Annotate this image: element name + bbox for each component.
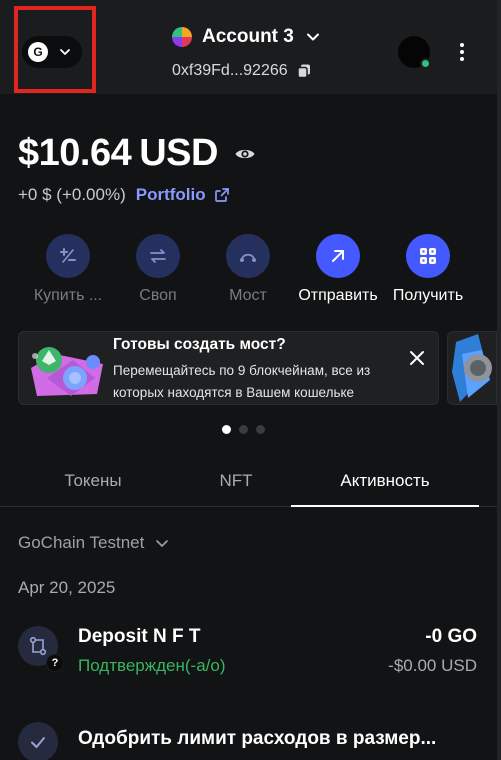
banner-title: Готовы создать мост?: [113, 336, 286, 353]
kebab-menu-icon[interactable]: [450, 38, 474, 66]
tab-activity[interactable]: Активность: [291, 471, 479, 491]
bridge-icon: [226, 234, 270, 278]
tab-nft[interactable]: NFT: [186, 471, 286, 491]
balance: $10.64 USD: [18, 132, 256, 175]
arrow-up-right-icon: [316, 234, 360, 278]
close-icon[interactable]: [408, 349, 426, 367]
network-filter-label: GoChain Testnet: [18, 533, 145, 552]
external-link-icon[interactable]: [214, 187, 230, 203]
balance-currency: USD: [139, 132, 218, 174]
portfolio-link[interactable]: Portfolio: [136, 185, 206, 205]
carousel-dots: [222, 425, 265, 434]
tab-bar: Токены NFT Активность: [0, 457, 497, 507]
receive-button[interactable]: Получить: [383, 234, 473, 305]
send-button[interactable]: Отправить: [293, 234, 383, 305]
qr-code-icon: [406, 234, 450, 278]
balance-amount: $10.64: [18, 132, 132, 174]
buy-sell-button[interactable]: Купить ...: [23, 234, 113, 305]
bridge-promo-illustration: [31, 347, 103, 396]
eye-icon[interactable]: [234, 143, 256, 165]
carousel-dot[interactable]: [239, 425, 248, 434]
banner-body: Перемещайтесь по 9 блокчейнам, все из ко…: [113, 363, 371, 400]
account-address[interactable]: 0xf39Fd...92266: [172, 62, 312, 80]
connected-site-status[interactable]: [398, 36, 431, 69]
active-tab-indicator: [291, 505, 479, 507]
activity-item[interactable]: ? Deposit N F T Подтвержден(-а/о) -0 GO …: [0, 626, 497, 686]
chevron-down-icon: [306, 33, 319, 41]
balance-change: +0 $ (+0.00%): [18, 185, 126, 204]
connection-dot: [420, 58, 431, 69]
activity-amount: -0 GO: [425, 626, 477, 647]
activity-date: Apr 20, 2025: [18, 578, 116, 597]
carousel-dot[interactable]: [256, 425, 265, 434]
swap-button[interactable]: Своп: [113, 234, 203, 305]
swap-icon: [136, 234, 180, 278]
buy-sell-label: Купить ...: [33, 287, 103, 304]
network-filter[interactable]: GoChain Testnet: [18, 533, 170, 553]
activity-status: Подтвержден(-а/о): [78, 656, 226, 675]
next-promo-banner[interactable]: [447, 331, 497, 405]
address-text: 0xf39Fd...92266: [172, 62, 288, 79]
account-name: Account 3: [202, 26, 294, 47]
receive-label: Получить: [392, 287, 464, 304]
balance-change-row: +0 $ (+0.00%) Portfolio: [18, 185, 230, 205]
carousel-dot-active[interactable]: [222, 425, 231, 434]
swap-label: Своп: [139, 287, 177, 304]
next-promo-illustration: [452, 334, 492, 402]
tab-tokens[interactable]: Токены: [0, 471, 186, 491]
account-picker[interactable]: Account 3: [172, 26, 322, 48]
copy-icon[interactable]: [296, 63, 312, 79]
header: G Account 3 0xf39Fd...92266: [0, 6, 497, 94]
account-avatar: [172, 27, 192, 47]
bridge-button[interactable]: Мост: [203, 234, 293, 305]
chevron-down-icon: [156, 540, 169, 547]
window-right-edge: [497, 0, 501, 760]
activity-title: Deposit N F T: [78, 626, 201, 647]
activity-item[interactable]: Одобрить лимит расходов в размер...: [0, 722, 497, 760]
send-label: Отправить: [298, 287, 378, 304]
unknown-token-badge: ?: [46, 654, 64, 672]
bridge-promo-banner[interactable]: Готовы создать мост? Перемещайтесь по 9 …: [18, 331, 439, 405]
action-bar: Купить ... Своп Мост Отправить Получить: [0, 234, 497, 314]
check-icon: [18, 722, 58, 760]
network-picker-highlight: [14, 6, 96, 93]
bridge-label: Мост: [229, 287, 267, 304]
plus-minus-icon: [46, 234, 90, 278]
activity-fiat-amount: -$0.00 USD: [388, 656, 477, 675]
activity-title: Одобрить лимит расходов в размер...: [78, 728, 437, 749]
